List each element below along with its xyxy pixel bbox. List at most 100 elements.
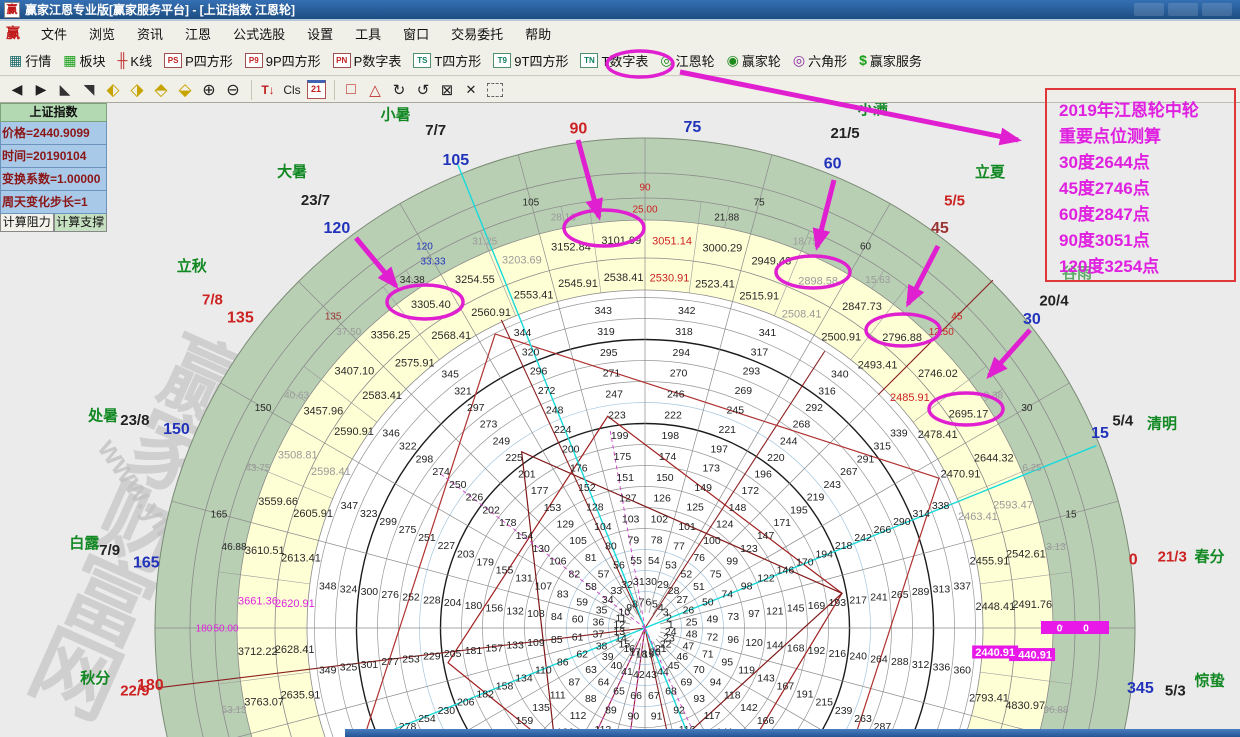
calc-support-button[interactable]: 计算支撑 xyxy=(54,214,108,232)
calendar-icon[interactable]: 21 xyxy=(305,80,327,100)
svg-text:3508.81: 3508.81 xyxy=(278,449,318,461)
svg-text:秋分: 秋分 xyxy=(80,669,110,687)
svg-text:大暑: 大暑 xyxy=(277,162,307,180)
diamond-up-icon[interactable]: ⬘ xyxy=(150,80,172,100)
svg-text:29: 29 xyxy=(657,579,669,591)
svg-text:9.38: 9.38 xyxy=(984,391,1004,402)
svg-text:64: 64 xyxy=(598,676,610,688)
menu-browse[interactable]: 浏览 xyxy=(78,22,126,45)
svg-text:3254.55: 3254.55 xyxy=(455,274,495,286)
svg-text:45: 45 xyxy=(951,312,963,323)
triangle-tool-icon[interactable]: △ xyxy=(364,80,386,100)
svg-text:252: 252 xyxy=(402,592,420,604)
svg-text:221: 221 xyxy=(719,424,737,436)
svg-text:143: 143 xyxy=(757,673,775,685)
menu-window[interactable]: 窗口 xyxy=(392,22,440,45)
p-table-button[interactable]: PN P数字表 xyxy=(328,48,407,73)
svg-text:6: 6 xyxy=(645,597,651,609)
kline-button[interactable]: ╫ K线 xyxy=(113,48,158,73)
svg-text:129: 129 xyxy=(556,519,574,531)
zoom-out-icon[interactable]: ⊖ xyxy=(222,80,244,100)
svg-text:199: 199 xyxy=(611,430,629,442)
svg-text:125: 125 xyxy=(686,501,704,513)
diamond-right-icon[interactable]: ⬗ xyxy=(126,80,148,100)
menu-logo-icon: 赢 xyxy=(6,23,20,43)
svg-text:218: 218 xyxy=(835,540,853,552)
zoom-in-icon[interactable]: ⊕ xyxy=(198,80,220,100)
hexagon-button[interactable]: ◎ 六角形 xyxy=(788,48,852,73)
svg-text:53.13: 53.13 xyxy=(222,705,247,716)
square-tool-icon[interactable]: □ xyxy=(340,80,362,100)
svg-text:3661.36: 3661.36 xyxy=(238,595,278,607)
cls-button[interactable]: Cls xyxy=(281,80,303,100)
menu-settings[interactable]: 设置 xyxy=(296,22,344,45)
svg-text:181: 181 xyxy=(465,645,483,657)
svg-text:43: 43 xyxy=(645,669,657,681)
window-controls[interactable] xyxy=(1134,3,1232,16)
calc-resistance-button[interactable]: 计算阻力 xyxy=(0,214,54,232)
svg-text:123: 123 xyxy=(740,543,758,555)
svg-text:118: 118 xyxy=(724,689,741,701)
svg-text:2542.61: 2542.61 xyxy=(1006,548,1046,560)
svg-text:289: 289 xyxy=(912,586,930,598)
svg-text:60: 60 xyxy=(824,155,842,172)
menu-gann[interactable]: 江恩 xyxy=(174,22,222,45)
diamond-left-icon[interactable]: ⬖ xyxy=(102,80,124,100)
svg-text:322: 322 xyxy=(399,440,417,452)
p9-square-button[interactable]: P9 9P四方形 xyxy=(240,48,326,73)
svg-text:263: 263 xyxy=(854,713,872,725)
rotate-ccw-icon[interactable]: ↺ xyxy=(412,80,434,100)
svg-text:323: 323 xyxy=(360,508,378,520)
winner-service-button[interactable]: $ 赢家服务 xyxy=(854,48,927,73)
svg-text:2613.41: 2613.41 xyxy=(281,553,321,565)
winner-wheel-button[interactable]: ◉ 赢家轮 xyxy=(722,48,786,73)
diamond-down-icon[interactable]: ⬙ xyxy=(174,80,196,100)
t9-square-button[interactable]: T9 9T四方形 xyxy=(488,48,573,73)
menu-tools[interactable]: 工具 xyxy=(344,22,392,45)
rotate-step-left-icon[interactable]: ◣ xyxy=(54,80,76,100)
tn-icon: TN xyxy=(580,53,598,68)
menu-trade[interactable]: 交易委托 xyxy=(440,22,514,45)
svg-text:167: 167 xyxy=(777,681,795,693)
svg-text:194: 194 xyxy=(815,548,833,560)
collapse-x-icon[interactable]: ✕ xyxy=(460,80,482,100)
dollar-icon: $ xyxy=(859,53,867,67)
svg-text:170: 170 xyxy=(796,556,814,568)
svg-text:298: 298 xyxy=(416,453,434,465)
svg-text:77: 77 xyxy=(673,540,685,552)
svg-text:76: 76 xyxy=(693,552,705,564)
rotate-step-right-icon[interactable]: ◥ xyxy=(78,80,100,100)
svg-text:白露: 白露 xyxy=(69,534,100,552)
t-table-button[interactable]: TN T数字表 xyxy=(575,48,653,73)
time-axis-icon[interactable]: T↓ xyxy=(257,80,279,100)
menu-file[interactable]: 文件 xyxy=(30,22,78,45)
quotes-button[interactable]: ▦ 行情 xyxy=(4,48,56,73)
rotate-cw-icon[interactable]: ↻ xyxy=(388,80,410,100)
svg-text:小暑: 小暑 xyxy=(381,105,411,123)
menu-help[interactable]: 帮助 xyxy=(514,22,562,45)
svg-text:159: 159 xyxy=(516,715,534,727)
sectors-button[interactable]: ▦ 板块 xyxy=(58,48,110,73)
page-left-icon[interactable]: ◀ xyxy=(6,80,28,100)
svg-text:296: 296 xyxy=(530,366,548,378)
menu-news[interactable]: 资讯 xyxy=(126,22,174,45)
svg-text:317: 317 xyxy=(751,346,769,358)
svg-text:347: 347 xyxy=(341,500,359,512)
page-right-icon[interactable]: ▶ xyxy=(30,80,52,100)
svg-text:7/8: 7/8 xyxy=(202,292,223,309)
p-square-button[interactable]: PS P四方形 xyxy=(159,48,238,73)
gann-wheel-button[interactable]: ◎ 江恩轮 xyxy=(655,48,719,73)
svg-text:2545.91: 2545.91 xyxy=(558,278,598,290)
t-square-button[interactable]: TS T四方形 xyxy=(408,48,486,73)
svg-text:37: 37 xyxy=(593,629,605,641)
menu-formula-stock-pick[interactable]: 公式选股 xyxy=(222,22,296,45)
svg-text:21.88: 21.88 xyxy=(714,213,739,224)
svg-text:337: 337 xyxy=(953,581,971,593)
svg-text:360: 360 xyxy=(953,664,971,676)
selection-marquee-icon[interactable] xyxy=(484,80,506,100)
svg-text:180: 180 xyxy=(196,624,213,635)
svg-text:248: 248 xyxy=(546,404,564,416)
svg-text:7/9: 7/9 xyxy=(99,542,120,559)
boxed-x-icon[interactable]: ⊠ xyxy=(436,80,458,100)
svg-text:3000.29: 3000.29 xyxy=(702,242,742,254)
